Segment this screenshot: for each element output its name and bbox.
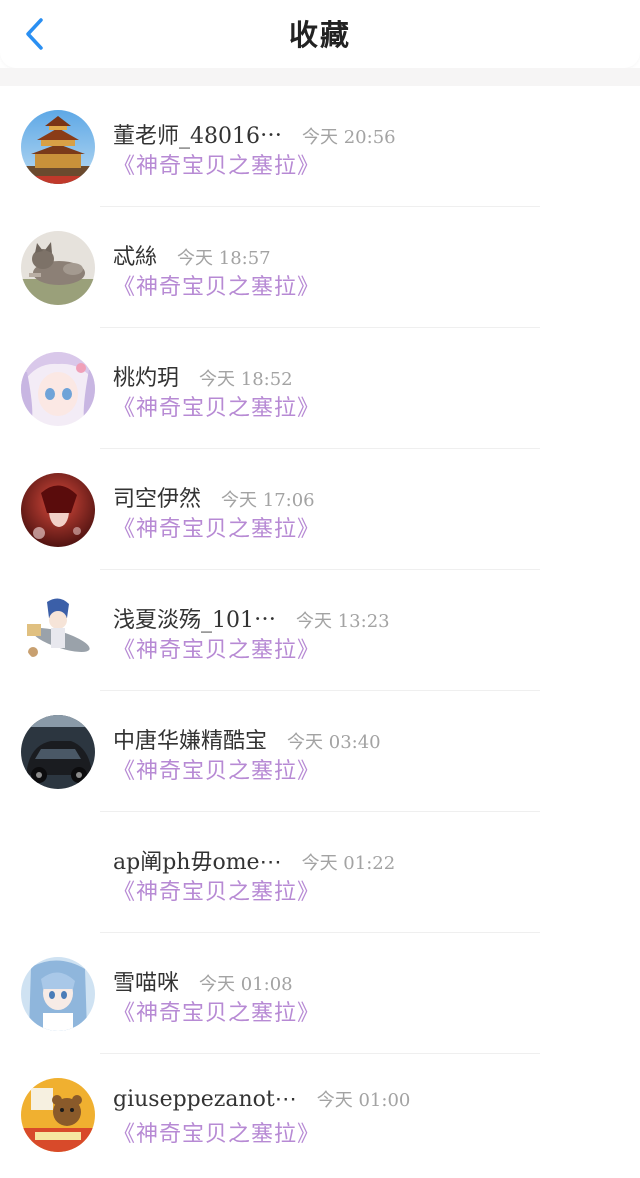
user-name[interactable]: 司空伊然 <box>113 487 201 512</box>
bear-avatar-icon <box>21 1078 95 1152</box>
tower-avatar-icon <box>21 110 95 184</box>
favorites-list: 董老师_48016⋯ 今天 20:56 《神奇宝贝之塞拉》 忒絲 今天 18:5… <box>0 86 640 1175</box>
favorites-page: 收藏 董老师_48016⋯ 今天 20:56 《神奇宝贝之塞拉》 忒絲 今天 1… <box>0 0 640 1178</box>
avatar[interactable] <box>21 957 95 1031</box>
book-title-link[interactable]: 《神奇宝贝之塞拉》 <box>113 753 320 785</box>
name-line: 忒絲 今天 18:57 <box>113 239 271 271</box>
book-title-link[interactable]: 《神奇宝贝之塞拉》 <box>113 511 320 543</box>
list-item[interactable]: ap阐ph毋ome⋯ 今天 01:22 《神奇宝贝之塞拉》 <box>0 812 640 933</box>
timestamp: 今天 20:56 <box>302 127 396 148</box>
user-name[interactable]: giuseppezanot⋯ <box>113 1087 297 1112</box>
timestamp: 今天 01:08 <box>199 974 293 995</box>
book-title-link[interactable]: 《神奇宝贝之塞拉》 <box>113 1116 320 1148</box>
avatar[interactable] <box>21 352 95 426</box>
avatar[interactable] <box>21 1078 95 1152</box>
timestamp: 今天 03:40 <box>287 732 381 753</box>
user-name[interactable]: 董老师_48016⋯ <box>113 124 282 149</box>
book-title-link[interactable]: 《神奇宝贝之塞拉》 <box>113 269 320 301</box>
name-line: 浅夏淡殇_101⋯ 今天 13:23 <box>113 602 390 634</box>
user-name[interactable]: ap阐ph毋ome⋯ <box>113 850 282 875</box>
red-art-avatar-icon <box>21 473 95 547</box>
timestamp: 今天 01:22 <box>301 853 396 874</box>
header-bar: 收藏 <box>0 0 640 68</box>
header-spacer <box>0 68 640 86</box>
book-title-link[interactable]: 《神奇宝贝之塞拉》 <box>113 632 320 664</box>
name-line: giuseppezanot⋯ 今天 01:00 <box>113 1086 410 1112</box>
avatar[interactable] <box>21 110 95 184</box>
name-line: 中唐华嫌精酷宝 今天 03:40 <box>113 723 381 755</box>
timestamp: 今天 18:52 <box>199 369 293 390</box>
list-item[interactable]: 中唐华嫌精酷宝 今天 03:40 《神奇宝贝之塞拉》 <box>0 691 640 812</box>
avatar[interactable] <box>21 715 95 789</box>
user-name[interactable]: 忒絲 <box>113 245 157 270</box>
blue-girl-avatar-icon <box>21 957 95 1031</box>
timestamp: 今天 17:06 <box>221 490 315 511</box>
user-name[interactable]: 雪喵咪 <box>113 971 179 996</box>
list-item[interactable]: 桃灼玥 今天 18:52 《神奇宝贝之塞拉》 <box>0 328 640 449</box>
avatar[interactable] <box>21 231 95 305</box>
car-avatar-icon <box>21 715 95 789</box>
timestamp: 今天 13:23 <box>296 611 390 632</box>
avatar[interactable] <box>21 836 95 910</box>
book-title-link[interactable]: 《神奇宝贝之塞拉》 <box>113 995 320 1027</box>
list-item[interactable]: 董老师_48016⋯ 今天 20:56 《神奇宝贝之塞拉》 <box>0 86 640 207</box>
book-title-link[interactable]: 《神奇宝贝之塞拉》 <box>113 148 320 180</box>
list-item[interactable]: 浅夏淡殇_101⋯ 今天 13:23 《神奇宝贝之塞拉》 <box>0 570 640 691</box>
cat-avatar-icon <box>21 231 95 305</box>
timestamp: 今天 18:57 <box>177 248 271 269</box>
user-name[interactable]: 浅夏淡殇_101⋯ <box>113 608 276 633</box>
avatar[interactable] <box>21 594 95 668</box>
fish-boy-avatar-icon <box>21 594 95 668</box>
timestamp: 今天 01:00 <box>316 1090 411 1111</box>
list-item[interactable]: giuseppezanot⋯ 今天 01:00 《神奇宝贝之塞拉》 <box>0 1054 640 1175</box>
page-title: 收藏 <box>288 18 351 52</box>
name-line: 雪喵咪 今天 01:08 <box>113 965 293 997</box>
list-item[interactable]: 司空伊然 今天 17:06 《神奇宝贝之塞拉》 <box>0 449 640 570</box>
list-item[interactable]: 雪喵咪 今天 01:08 《神奇宝贝之塞拉》 <box>0 933 640 1054</box>
avatar[interactable] <box>21 473 95 547</box>
book-title-link[interactable]: 《神奇宝贝之塞拉》 <box>113 390 320 422</box>
user-name[interactable]: 中唐华嫌精酷宝 <box>113 729 267 754</box>
name-line: 桃灼玥 今天 18:52 <box>113 360 293 392</box>
book-title-link[interactable]: 《神奇宝贝之塞拉》 <box>113 874 320 906</box>
user-name[interactable]: 桃灼玥 <box>113 366 179 391</box>
list-item[interactable]: 忒絲 今天 18:57 《神奇宝贝之塞拉》 <box>0 207 640 328</box>
name-line: ap阐ph毋ome⋯ 今天 01:22 <box>113 844 395 876</box>
name-line: 董老师_48016⋯ 今天 20:56 <box>113 118 396 150</box>
name-line: 司空伊然 今天 17:06 <box>113 481 315 513</box>
anime-girl-avatar-icon <box>21 352 95 426</box>
